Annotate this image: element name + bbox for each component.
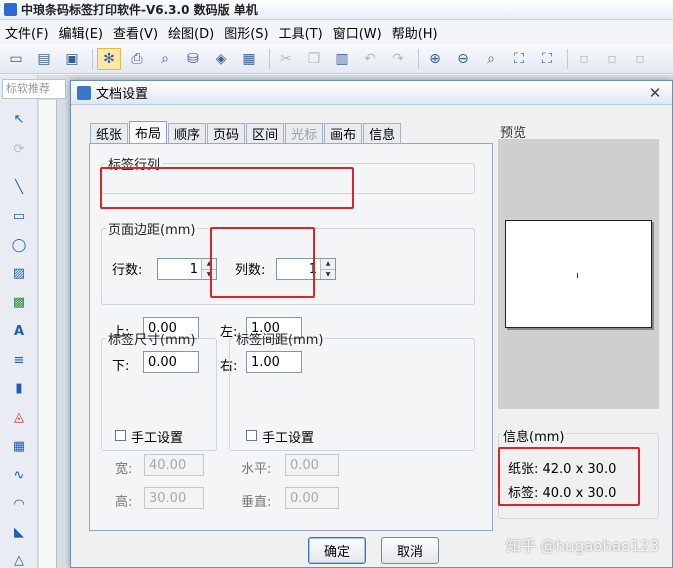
preview-paper (505, 220, 652, 328)
menu-help[interactable]: 帮助(H) (387, 23, 443, 42)
zoom-in-icon[interactable]: ⊕ (423, 48, 447, 70)
ok-button[interactable]: 确定 (308, 537, 366, 564)
width-input: 40.00 (144, 454, 204, 476)
toolbar-divider (92, 48, 93, 69)
curve-tool-icon[interactable]: ∿ (8, 464, 30, 486)
tab-cursor: 光标 (285, 123, 324, 143)
picture-tool-icon[interactable]: ▩ (8, 291, 30, 313)
tab-strip: 纸张 布局 顺序 页码 区间 光标 画布 信息 (90, 121, 402, 143)
label-spacing-manual-label: 手工设置 (262, 431, 315, 446)
close-icon[interactable]: ✕ (644, 83, 666, 103)
height-input: 30.00 (144, 487, 204, 509)
menu-tools[interactable]: 工具(T) (274, 23, 328, 42)
shape-tool-icon[interactable]: ◬ (8, 406, 30, 428)
watermark: 知乎 @hugaohao123 (505, 537, 659, 555)
label-size-manual-label: 手工设置 (131, 431, 184, 446)
image-tool-icon[interactable]: ▨ (8, 262, 30, 284)
zoom-page-icon[interactable]: ⛶ (507, 48, 531, 70)
vertical-spacing-input: 0.00 (285, 487, 339, 509)
label-size-manual-checkbox[interactable] (115, 430, 126, 441)
info-label-size: 标签: 40.0 x 30.0 (508, 486, 617, 501)
data-source-icon[interactable]: ◈ (209, 48, 233, 70)
select-arrow-icon[interactable]: ↖ (8, 108, 30, 130)
dialog-icon (77, 85, 91, 100)
zoom-out-icon[interactable]: ⊖ (451, 48, 475, 70)
dialog-title-bar: 文档设置 (71, 81, 672, 105)
app-title-bar: 中琅条码标签打印软件-V6.3.0 数码版 单机 (0, 0, 673, 20)
width-label: 宽: (115, 462, 133, 477)
cancel-button[interactable]: 取消 (381, 537, 439, 564)
horizontal-spacing-label: 水平: (241, 462, 272, 477)
save-icon[interactable]: ▣ (60, 48, 84, 70)
tab-page-number[interactable]: 页码 (207, 123, 246, 143)
zoom-fit-icon[interactable]: ⌕ (479, 48, 503, 70)
toolbar-divider (418, 48, 419, 69)
group-icon[interactable]: ▫ (572, 48, 596, 70)
document-settings-dialog: 文档设置 ✕ 纸张 布局 顺序 页码 区间 光标 画布 信息 标签行列 行数: … (70, 80, 673, 568)
paste-icon[interactable]: ▥ (330, 48, 354, 70)
label-size-legend: 标签尺寸(mm) (108, 333, 196, 348)
rich-text-tool-icon[interactable]: ≡ (8, 349, 30, 371)
margins-legend: 页面边距(mm) (108, 223, 196, 238)
ellipse-tool-icon[interactable]: ◯ (8, 234, 30, 256)
arc-tool-icon[interactable]: ◠ (8, 493, 30, 515)
tab-canvas[interactable]: 画布 (324, 123, 363, 143)
grid-icon[interactable]: ▦ (237, 48, 261, 70)
app-logo-icon (4, 3, 17, 16)
cut-icon[interactable]: ✂ (274, 48, 298, 70)
text-tool-icon[interactable]: A (8, 320, 30, 342)
print-icon[interactable]: ⎙ (125, 48, 149, 70)
triangle-tool-icon[interactable]: △ (8, 549, 30, 568)
undo-icon[interactable]: ↶ (358, 48, 382, 70)
rectangle-tool-icon[interactable]: ▭ (8, 205, 30, 227)
copy-icon[interactable]: ❐ (302, 48, 326, 70)
menu-file[interactable]: 文件(F) (0, 23, 54, 42)
menu-draw[interactable]: 绘图(D) (163, 23, 219, 42)
info-paper-size: 纸张: 42.0 x 30.0 (508, 462, 617, 477)
zoom-actual-icon[interactable]: ⛶ (535, 48, 559, 70)
qrcode-tool-icon[interactable]: ▦ (8, 435, 30, 457)
rows-cols-legend: 标签行列 (108, 158, 161, 173)
app-title: 中琅条码标签打印软件-V6.3.0 数码版 单机 (21, 3, 258, 17)
label-spacing-manual-checkbox[interactable] (246, 430, 257, 441)
menu-edit[interactable]: 编辑(E) (54, 23, 108, 42)
tab-range[interactable]: 区间 (246, 123, 285, 143)
polygon-tool-icon[interactable]: ◣ (8, 521, 30, 543)
menu-bar: 文件(F) 编辑(E) 查看(V) 绘图(D) 图形(S) 工具(T) 窗口(W… (0, 21, 673, 43)
horizontal-spacing-input: 0.00 (285, 454, 339, 476)
rows-cols-group: 标签行列 (101, 154, 475, 194)
layout-tab-panel: 标签行列 行数: 1 ▲ ▼ 列数: 1 ▲ ▼ 页面边距(mm) 上: 0.00 … (89, 143, 493, 531)
barcode-tool-icon[interactable]: ▮ (8, 377, 30, 399)
document-settings-icon[interactable]: ✻ (97, 47, 121, 70)
tab-info[interactable]: 信息 (363, 123, 402, 143)
vertical-spacing-label: 垂直: (241, 495, 272, 510)
info-legend: 信息(mm) (501, 426, 567, 445)
ungroup-icon[interactable]: ▫ (600, 48, 624, 70)
rotate-icon[interactable]: ⟳ (8, 138, 30, 160)
new-doc-icon[interactable]: ▭ (4, 48, 28, 70)
toolbar-divider (567, 48, 568, 69)
tab-paper[interactable]: 纸张 (90, 123, 129, 143)
tab-layout[interactable]: 布局 (129, 121, 168, 143)
vertical-ruler (39, 100, 57, 568)
menu-view[interactable]: 查看(V) (108, 23, 163, 42)
print-preview-icon[interactable]: ⌕ (153, 48, 177, 70)
margins-group: 页面边距(mm) (101, 219, 475, 305)
tab-order[interactable]: 顺序 (168, 123, 207, 143)
open-folder-icon[interactable]: ▤ (32, 48, 56, 70)
height-label: 高: (115, 495, 133, 510)
main-toolbar: ▭ ▤ ▣ ✻ ⎙ ⌕ ⛁ ◈ ▦ ✂ ❐ ▥ ↶ ↷ ⊕ ⊖ ⌕ ⛶ ⛶ ▫ … (0, 44, 673, 74)
menu-shape[interactable]: 图形(S) (219, 23, 273, 42)
label-spacing-legend: 标签间距(mm) (236, 333, 324, 348)
database-icon[interactable]: ⛁ (181, 48, 205, 70)
left-tool-strip: ↖ ⟳ ╲ ▭ ◯ ▨ ▩ A ≡ ▮ ◬ ▦ ∿ ◠ ◣ △ (0, 75, 38, 568)
line-tool-icon[interactable]: ╲ (8, 176, 30, 198)
align-icon[interactable]: ▫ (628, 48, 652, 70)
menu-window[interactable]: 窗口(W) (328, 23, 387, 42)
toolbar-divider (269, 48, 270, 69)
preview-cursor-mark (577, 273, 578, 278)
dialog-title: 文档设置 (96, 87, 149, 102)
redo-icon[interactable]: ↷ (386, 48, 410, 70)
search-input[interactable]: 标软推荐 (2, 79, 66, 99)
